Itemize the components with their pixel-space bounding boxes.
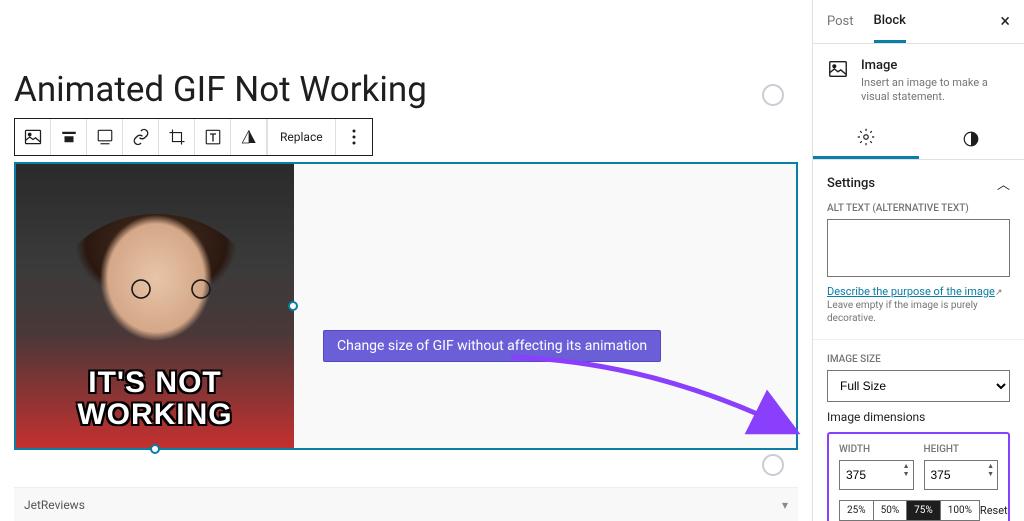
image-dimensions-label: Image dimensions: [827, 410, 1010, 424]
chevron-up-icon[interactable]: ︿: [997, 174, 1010, 193]
settings-heading: Settings: [827, 176, 875, 191]
crop-icon[interactable]: [159, 119, 195, 155]
duotone-icon[interactable]: [231, 119, 267, 155]
link-icon[interactable]: [123, 119, 159, 155]
resize-handle-bottom[interactable]: [150, 444, 160, 454]
align-icon[interactable]: [51, 119, 87, 155]
settings-sidebar: Post Block × Image Insert an image to ma…: [812, 0, 1024, 521]
block-description: Image Insert an image to make a visual s…: [813, 44, 1024, 119]
block-type-icon[interactable]: [15, 119, 51, 155]
alt-text-label: ALT TEXT (ALTERNATIVE TEXT): [827, 203, 1010, 214]
alt-text-input[interactable]: [827, 219, 1010, 277]
block-toolbar: Replace: [14, 118, 373, 156]
annotation-callout: Change size of GIF without affecting its…: [323, 330, 661, 362]
tab-post[interactable]: Post: [827, 2, 854, 41]
resize-handle-right[interactable]: [288, 301, 298, 311]
image-block[interactable]: IT'S NOT WORKING: [14, 162, 798, 450]
text-overlay-icon[interactable]: [195, 119, 231, 155]
reset-button[interactable]: Reset: [980, 504, 1008, 517]
chevron-down-icon[interactable]: ▾: [782, 498, 788, 512]
block-name: Image: [861, 58, 1010, 73]
more-icon[interactable]: [336, 119, 372, 155]
gif-image: IT'S NOT WORKING: [16, 164, 294, 448]
external-icon: ↗: [995, 288, 1003, 298]
drag-handle-icon[interactable]: [762, 454, 784, 476]
replace-button[interactable]: Replace: [267, 119, 336, 155]
image-size-select[interactable]: Full Size: [827, 370, 1010, 402]
pct-75-button[interactable]: 75%: [907, 501, 941, 520]
drag-handle-icon[interactable]: [762, 84, 784, 106]
percent-buttons: 25% 50% 75% 100%: [839, 500, 980, 521]
block-sub: Insert an image to make a visual stateme…: [861, 76, 1010, 105]
bottom-bar: JetReviews ▾: [14, 487, 798, 521]
image-icon: [827, 58, 849, 80]
tab-block[interactable]: Block: [874, 1, 906, 43]
spinner-icon[interactable]: ▲▼: [987, 462, 994, 478]
pct-100-button[interactable]: 100%: [941, 501, 979, 520]
spinner-icon[interactable]: ▲▼: [903, 462, 910, 478]
post-title[interactable]: Animated GIF Not Working: [14, 69, 798, 110]
alt-help-text: Leave empty if the image is purely decor…: [827, 300, 978, 324]
image-size-label: IMAGE SIZE: [827, 354, 1010, 365]
pct-25-button[interactable]: 25%: [840, 501, 874, 520]
pct-50-button[interactable]: 50%: [874, 501, 908, 520]
width-label: WIDTH: [839, 444, 914, 455]
height-label: HEIGHT: [924, 444, 999, 455]
gif-caption: IT'S NOT WORKING: [16, 367, 294, 430]
styles-tab-icon[interactable]: [919, 119, 1024, 159]
dimensions-highlight: WIDTH ▲▼ HEIGHT ▲▼ 25% 50%: [827, 432, 1010, 521]
alt-help-link[interactable]: Describe the purpose of the image: [827, 285, 995, 298]
bottom-bar-label: JetReviews: [24, 498, 85, 512]
caption-icon[interactable]: [87, 119, 123, 155]
close-icon[interactable]: ×: [1000, 11, 1010, 32]
settings-tab-icon[interactable]: [813, 119, 919, 159]
